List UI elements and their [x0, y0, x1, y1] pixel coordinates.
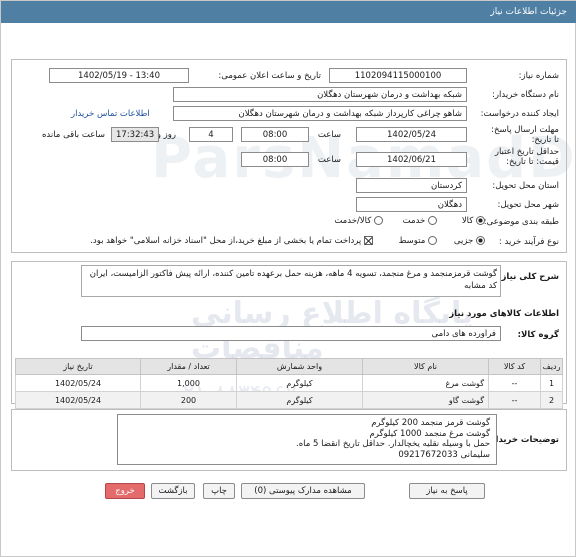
requester-label: ایجاد کننده درخواست:: [480, 109, 559, 119]
column-header: تعداد / مقدار: [140, 358, 237, 375]
column-header: تاریخ نیاز: [15, 358, 141, 375]
city-label: شهر محل تحویل:: [497, 200, 559, 210]
radio-icon[interactable]: [428, 216, 437, 225]
row-number-cell: 2: [540, 391, 563, 409]
remaining-time-label: ساعت باقی مانده: [41, 130, 105, 140]
send-deadline-date-field[interactable]: 1402/05/24: [356, 127, 467, 142]
category-option-goods[interactable]: کالا: [462, 216, 485, 226]
back-button[interactable]: بازگشت: [151, 483, 195, 499]
goods-group-field[interactable]: فراورده های دامی: [81, 326, 501, 341]
buyer-notes-line: سلیمانی 09217672033: [398, 449, 490, 460]
requester-field[interactable]: شاهو چراغی کارپرداز شبکه بهداشت و درمان …: [173, 106, 467, 121]
radio-selected-icon[interactable]: [476, 236, 485, 245]
table-row[interactable]: 1 -- گوشت مرغ کیلوگرم 1,000 1402/05/24: [15, 374, 563, 392]
exit-button[interactable]: خروج: [105, 483, 145, 499]
need-number-field[interactable]: 1102094115000100: [329, 68, 467, 83]
table-row[interactable]: 2 -- گوشت گاو کیلوگرم 200 1402/05/24: [15, 391, 563, 409]
unit-cell: کیلوگرم: [236, 391, 363, 409]
goods-table: ردیف کد کالا نام کالا واحد شمارش تعداد /…: [15, 358, 563, 409]
process-option-medium[interactable]: متوسط: [399, 236, 437, 246]
radio-selected-icon[interactable]: [476, 216, 485, 225]
goods-code-cell: --: [488, 391, 541, 409]
price-validity-label: حداقل تاریخ اعتبار قیمت: تا تاریخ:: [494, 147, 559, 167]
unit-cell: کیلوگرم: [236, 374, 363, 392]
send-deadline-time-field[interactable]: 08:00: [241, 127, 309, 142]
goods-name-cell: گوشت مرغ: [362, 374, 489, 392]
column-header: نام کالا: [362, 358, 489, 375]
province-field[interactable]: کردستان: [356, 178, 467, 193]
radio-icon[interactable]: [374, 216, 383, 225]
buyer-notes-label: توضیحات خریدار:: [487, 435, 559, 445]
need-number-label: شماره نیاز:: [518, 71, 559, 81]
province-label: استان محل تحویل:: [492, 181, 559, 191]
remaining-days-field[interactable]: 4: [189, 127, 233, 142]
send-deadline-time-label: ساعت: [317, 130, 341, 140]
buyer-org-label: نام دستگاه خریدار:: [492, 90, 559, 100]
need-date-cell: 1402/05/24: [15, 374, 141, 392]
buyer-notes-field[interactable]: گوشت قرمز منجمد 200 کیلوگرم گوشت مرغ منج…: [117, 414, 497, 465]
category-option-service[interactable]: خدمت: [403, 216, 437, 226]
reply-button[interactable]: پاسخ به نیاز: [409, 483, 485, 499]
radio-icon[interactable]: [428, 236, 437, 245]
checkbox-crossed-icon[interactable]: [364, 236, 373, 245]
column-header: واحد شمارش: [236, 358, 363, 375]
column-header: ردیف: [540, 358, 563, 375]
buyer-notes-line: حمل با وسیله نقلیه یخچالدار. حداقل تاریخ…: [296, 439, 490, 449]
city-field[interactable]: دهگلان: [356, 197, 467, 212]
send-deadline-label: مهلت ارسال پاسخ: تا تاریخ:: [491, 125, 559, 145]
buyer-org-field[interactable]: شبکه بهداشت و درمان شهرستان دهگلان: [173, 87, 467, 102]
goods-group-label: گروه کالا:: [517, 330, 559, 340]
announce-datetime-label: تاریخ و ساعت اعلان عمومی:: [218, 71, 321, 81]
announce-datetime-field[interactable]: 1402/05/19 - 13:40: [49, 68, 189, 83]
buyer-notes-line: گوشت مرغ منجمد 1000 کیلوگرم: [369, 428, 490, 439]
days-label: روز و: [156, 130, 176, 140]
general-description-text: گوشت قرمزمنجمد و مرغ منجمد، تسویه 4 ماهه…: [89, 269, 497, 291]
quantity-cell: 200: [140, 391, 237, 409]
price-validity-time-label: ساعت: [317, 155, 341, 165]
need-details-window: جزئیات اطلاعات نیاز ParsNamadData پایگاه…: [0, 0, 576, 557]
process-type-label: نوع فرآیند خرید :: [498, 237, 559, 247]
goods-info-title: اطلاعات کالاهای مورد نیاز: [449, 309, 559, 319]
window-title: جزئیات اطلاعات نیاز: [490, 7, 567, 17]
general-description-label: شرح کلی نیاز:: [498, 272, 559, 282]
goods-code-cell: --: [488, 374, 541, 392]
column-header: کد کالا: [488, 358, 541, 375]
remaining-time-field[interactable]: 17:32:43: [111, 127, 159, 142]
window-title-bar: جزئیات اطلاعات نیاز: [1, 1, 576, 23]
goods-name-cell: گوشت گاو: [362, 391, 489, 409]
process-option-minor[interactable]: جزیی: [454, 236, 485, 246]
print-button[interactable]: چاپ: [203, 483, 235, 499]
buyer-notes-line: گوشت قرمز منجمد 200 کیلوگرم: [371, 418, 490, 428]
row-number-cell: 1: [540, 374, 563, 392]
quantity-cell: 1,000: [140, 374, 237, 392]
table-header-row: ردیف کد کالا نام کالا واحد شمارش تعداد /…: [15, 358, 563, 375]
category-label: طبقه بندی موضوعی:: [483, 217, 559, 227]
view-attachments-button[interactable]: مشاهده مدارک پیوستی (0): [241, 483, 365, 499]
category-option-goods-service[interactable]: کالا/خدمت: [334, 216, 383, 226]
price-validity-time-field[interactable]: 08:00: [241, 152, 309, 167]
buyer-contact-link[interactable]: اطلاعات تماس خریدار: [71, 109, 150, 119]
need-date-cell: 1402/05/24: [15, 391, 141, 409]
payment-treasury-option[interactable]: پرداخت تمام یا بخشی از مبلغ خرید،از محل …: [90, 236, 373, 246]
price-validity-date-field[interactable]: 1402/06/21: [356, 152, 467, 167]
